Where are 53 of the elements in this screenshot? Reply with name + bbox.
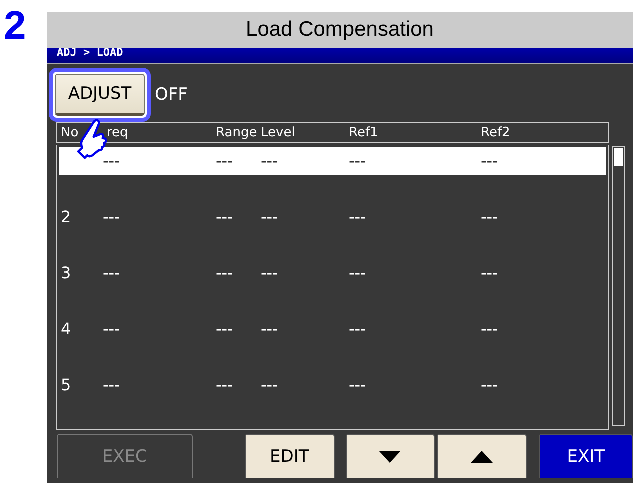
table-cell: --- — [261, 208, 278, 226]
table-cell: --- — [103, 264, 120, 282]
table-cell: --- — [103, 320, 120, 338]
table-cell: --- — [349, 264, 366, 282]
column-header: Ref2 — [481, 125, 510, 140]
table-cell: --- — [216, 320, 234, 338]
scrollbar[interactable] — [612, 146, 625, 426]
table-cell: --- — [481, 152, 498, 170]
table-cell: --- — [481, 264, 498, 282]
table-cell: --- — [349, 376, 366, 394]
column-header: req — [107, 125, 128, 140]
exit-button[interactable]: EXIT — [539, 434, 633, 478]
down-arrow-icon — [379, 450, 402, 462]
table-cell: 5 — [61, 376, 72, 394]
column-header: Level — [261, 125, 296, 140]
step-number: 2 — [4, 4, 26, 48]
breadcrumb: ADJ > LOAD — [47, 48, 633, 64]
down-button[interactable] — [346, 434, 436, 478]
scroll-thumb[interactable] — [614, 148, 623, 166]
table-cell: --- — [216, 376, 234, 394]
column-header: Range — [216, 125, 258, 140]
table-row[interactable]: 3 --- --- --- --- --- — [59, 259, 606, 287]
table-cell: --- — [261, 152, 278, 170]
up-button[interactable] — [437, 434, 528, 478]
column-header: Ref1 — [349, 125, 378, 140]
table-cell: --- — [103, 208, 120, 226]
action-button[interactable]: EDIT — [244, 434, 335, 478]
table-cell: --- — [481, 376, 498, 394]
up-arrow-icon — [471, 450, 494, 462]
table-row[interactable]: 5 --- --- --- --- --- — [59, 371, 606, 399]
table-cell: --- — [481, 320, 498, 338]
table-cell: --- — [261, 376, 278, 394]
table-cell: 2 — [61, 208, 72, 226]
table-cell: --- — [216, 208, 234, 226]
table-cell: --- — [261, 264, 278, 282]
table-cell: --- — [103, 376, 120, 394]
table-cell: --- — [103, 152, 120, 170]
table-cell: --- — [261, 320, 278, 338]
table-row[interactable]: 4 --- --- --- --- --- — [59, 315, 606, 343]
table-cell: --- — [216, 152, 234, 170]
table-cell: --- — [349, 152, 366, 170]
table-cell: 4 — [61, 320, 72, 338]
table-cell: --- — [481, 208, 498, 226]
table-cell: --- — [216, 264, 234, 282]
table-cell: --- — [349, 320, 366, 338]
table-row[interactable]: --- --- --- --- --- — [59, 147, 606, 175]
adjust-state: OFF — [155, 85, 188, 105]
table-cell: 3 — [61, 264, 72, 282]
column-header: No — [61, 125, 79, 140]
window-title: Load Compensation — [47, 12, 633, 48]
table-cell: --- — [349, 208, 366, 226]
adjust-button[interactable]: ADJUST — [55, 74, 145, 116]
table-row[interactable]: 2 --- --- --- --- --- — [59, 203, 606, 231]
